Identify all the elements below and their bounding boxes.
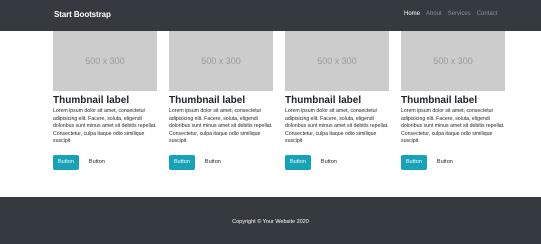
card-text: Lorem ipsum dolor sit amet, consectetur …	[401, 108, 505, 145]
primary-button[interactable]: Button	[53, 154, 79, 170]
placeholder-image: 500 x 300	[169, 31, 273, 91]
card-actions: Button Button	[401, 154, 505, 170]
card-title: Thumbnail label	[53, 95, 130, 106]
brand-link[interactable]: Start Bootstrap	[54, 10, 111, 19]
nav-links: Home About Services Contact	[404, 11, 497, 17]
placeholder-image: 500 x 300	[53, 31, 157, 91]
thumbnail-card: 500 x 300 Thumbnail label Lorem ipsum do…	[401, 31, 505, 170]
card-title: Thumbnail label	[169, 95, 246, 106]
nav-link-home[interactable]: Home	[404, 11, 420, 17]
thumbnail-card: 500 x 300 Thumbnail label Lorem ipsum do…	[169, 31, 273, 170]
top-navbar: Start Bootstrap Home About Services Cont…	[0, 0, 541, 31]
secondary-button[interactable]: Button	[205, 159, 221, 165]
thumbnail-grid: 500 x 300 Thumbnail label Lorem ipsum do…	[53, 31, 505, 170]
placeholder-label: 500 x 300	[85, 56, 125, 66]
secondary-button[interactable]: Button	[89, 159, 105, 165]
nav-link-about[interactable]: About	[426, 11, 442, 17]
primary-button[interactable]: Button	[285, 154, 311, 170]
primary-button[interactable]: Button	[401, 154, 427, 170]
placeholder-image: 500 x 300	[285, 31, 389, 91]
card-actions: Button Button	[285, 154, 389, 170]
card-text: Lorem ipsum dolor sit amet, consectetur …	[285, 108, 389, 145]
card-title: Thumbnail label	[401, 95, 478, 106]
placeholder-label: 500 x 300	[317, 56, 357, 66]
placeholder-label: 500 x 300	[201, 56, 241, 66]
card-actions: Button Button	[53, 154, 157, 170]
secondary-button[interactable]: Button	[321, 159, 337, 165]
nav-link-contact[interactable]: Contact	[477, 11, 498, 17]
card-title: Thumbnail label	[285, 95, 362, 106]
card-text: Lorem ipsum dolor sit amet, consectetur …	[53, 108, 157, 145]
copyright-text: Copyright © Your Website 2020	[232, 219, 309, 225]
secondary-button[interactable]: Button	[437, 159, 453, 165]
placeholder-image: 500 x 300	[401, 31, 505, 91]
placeholder-label: 500 x 300	[433, 56, 473, 66]
thumbnail-card: 500 x 300 Thumbnail label Lorem ipsum do…	[53, 31, 157, 170]
page-footer: Copyright © Your Website 2020	[0, 197, 541, 244]
card-text: Lorem ipsum dolor sit amet, consectetur …	[169, 108, 273, 145]
thumbnail-card: 500 x 300 Thumbnail label Lorem ipsum do…	[285, 31, 389, 170]
primary-button[interactable]: Button	[169, 154, 195, 170]
nav-link-services[interactable]: Services	[448, 11, 471, 17]
card-actions: Button Button	[169, 154, 273, 170]
